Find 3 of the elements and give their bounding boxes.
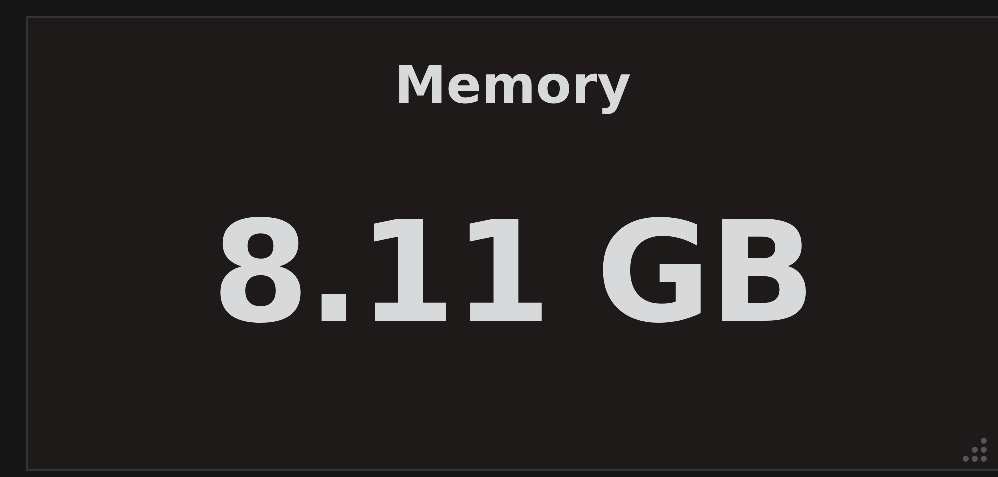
stat-value: 8.11 GB (212, 204, 814, 344)
resize-handle-icon[interactable] (962, 437, 988, 463)
panel-title: Memory (394, 60, 632, 112)
